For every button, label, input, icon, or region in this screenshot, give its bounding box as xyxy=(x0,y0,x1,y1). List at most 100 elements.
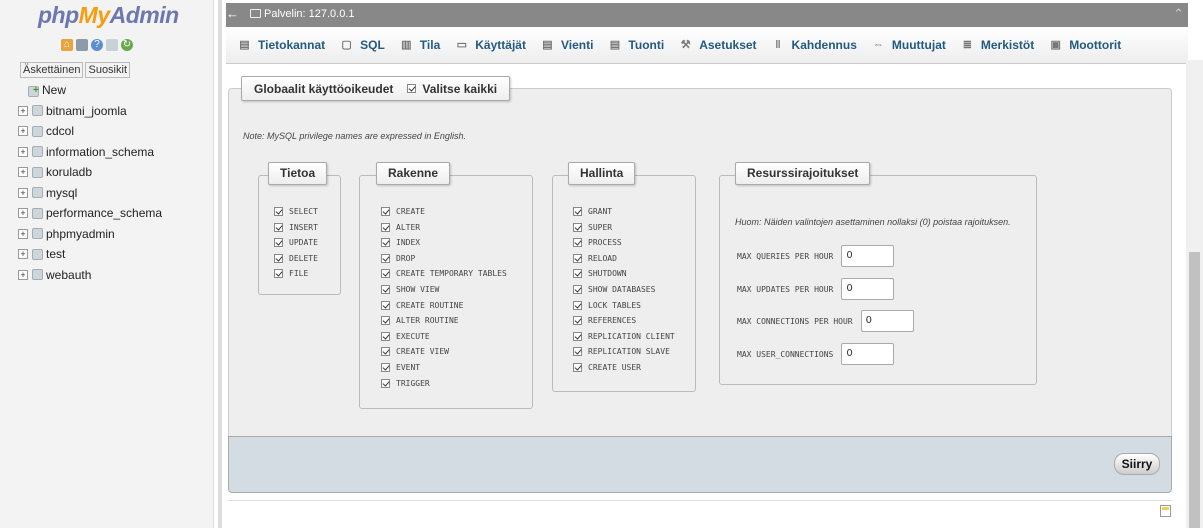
home-icon[interactable]: ⌂ xyxy=(61,39,73,51)
tab-engines[interactable]: ▣ Moottorit xyxy=(1043,31,1130,59)
database-item[interactable]: + performance_schema xyxy=(18,203,162,224)
resource-limit-input[interactable]: 0 xyxy=(860,310,914,332)
privilege-alter-routine[interactable]: ALTER ROUTINE xyxy=(381,316,459,326)
privilege-checkbox[interactable] xyxy=(573,222,582,232)
phpmyadmin-logo[interactable]: phpMyAdmin xyxy=(38,2,179,29)
privilege-create-temporary-tables[interactable]: CREATE TEMPORARY TABLES xyxy=(381,269,507,279)
new-database-item[interactable]: New xyxy=(18,80,162,101)
privilege-drop[interactable]: DROP xyxy=(381,253,415,263)
documentation-icon[interactable] xyxy=(106,39,118,51)
tab-recent[interactable]: Äskettäinen xyxy=(20,62,84,78)
privilege-alter[interactable]: ALTER xyxy=(381,222,420,232)
privilege-grant[interactable]: GRANT xyxy=(573,207,612,216)
expand-icon[interactable]: + xyxy=(18,187,28,198)
privilege-replication-slave[interactable]: REPLICATION SLAVE xyxy=(573,347,670,357)
privilege-checkbox[interactable] xyxy=(381,285,390,294)
expand-icon[interactable]: + xyxy=(18,269,28,280)
database-item[interactable]: + bitnami_joomla xyxy=(18,101,162,122)
privilege-checkbox[interactable] xyxy=(573,300,582,310)
privilege-checkbox[interactable] xyxy=(274,238,283,248)
page-scrollbar[interactable] xyxy=(1186,60,1203,528)
collapse-top-icon[interactable]: ⌃ xyxy=(1173,3,1184,25)
go-button[interactable]: Siirry xyxy=(1114,453,1160,475)
privilege-checkbox[interactable] xyxy=(274,253,283,263)
database-item[interactable]: + webauth xyxy=(18,265,162,286)
database-item[interactable]: + koruladb xyxy=(18,162,162,183)
database-name[interactable]: test xyxy=(46,244,65,264)
privilege-shutdown[interactable]: SHUTDOWN xyxy=(573,269,627,279)
server-breadcrumb[interactable]: Palvelin: 127.0.0.1 xyxy=(264,3,355,25)
database-name[interactable]: information_schema xyxy=(46,142,154,162)
privilege-checkbox[interactable] xyxy=(381,331,390,341)
privilege-checkbox[interactable] xyxy=(381,207,390,216)
expand-icon[interactable]: + xyxy=(18,249,28,260)
tab-wrench[interactable]: ⚒ Asetukset xyxy=(673,31,765,59)
database-item[interactable]: + mysql xyxy=(18,183,162,204)
tab-charset[interactable]: ≣ Merkistöt xyxy=(955,31,1043,59)
sql-query-icon[interactable] xyxy=(76,39,88,51)
privilege-checkbox[interactable] xyxy=(381,300,390,310)
database-item[interactable]: + information_schema xyxy=(18,142,162,163)
database-name[interactable]: cdcol xyxy=(46,121,74,141)
database-name[interactable]: mysql xyxy=(46,183,77,203)
tab-export[interactable]: ▤ Vienti xyxy=(535,31,602,59)
privilege-references[interactable]: REFERENCES xyxy=(573,316,636,326)
database-name[interactable]: performance_schema xyxy=(46,203,162,223)
privilege-execute[interactable]: EXECUTE xyxy=(381,331,430,341)
privilege-checkbox[interactable] xyxy=(573,285,582,294)
privilege-replication-client[interactable]: REPLICATION CLIENT xyxy=(573,331,675,341)
database-name[interactable]: phpmyadmin xyxy=(46,224,115,244)
database-name[interactable]: koruladb xyxy=(46,162,92,182)
privilege-checkbox[interactable] xyxy=(274,222,283,232)
expand-icon[interactable]: + xyxy=(18,208,28,219)
database-item[interactable]: + phpmyadmin xyxy=(18,224,162,245)
database-name[interactable]: bitnami_joomla xyxy=(46,101,127,121)
expand-icon[interactable]: + xyxy=(18,105,28,116)
privilege-delete[interactable]: DELETE xyxy=(274,253,318,263)
tab-status[interactable]: ▥ Tila xyxy=(394,31,449,59)
privilege-file[interactable]: FILE xyxy=(274,269,308,279)
privilege-checkbox[interactable] xyxy=(573,238,582,248)
privilege-lock-tables[interactable]: LOCK TABLES xyxy=(573,300,641,310)
privilege-create-user[interactable]: CREATE USER xyxy=(573,363,641,372)
privilege-index[interactable]: INDEX xyxy=(381,238,420,248)
privilege-create-routine[interactable]: CREATE ROUTINE xyxy=(381,300,463,310)
select-all-checkbox[interactable] xyxy=(407,84,417,93)
privilege-checkbox[interactable] xyxy=(573,331,582,341)
privilege-checkbox[interactable] xyxy=(274,207,283,216)
privilege-create-view[interactable]: CREATE VIEW xyxy=(381,347,449,357)
privilege-checkbox[interactable] xyxy=(381,238,390,248)
collapse-sidebar-icon[interactable]: ← xyxy=(224,3,241,27)
expand-icon[interactable]: + xyxy=(18,228,28,239)
tab-users[interactable]: ▭ Käyttäjät xyxy=(449,31,535,59)
privilege-checkbox[interactable] xyxy=(573,316,582,326)
scrollbar-thumb[interactable] xyxy=(1189,252,1200,528)
privilege-checkbox[interactable] xyxy=(274,269,283,279)
resource-limit-input[interactable]: 0 xyxy=(841,245,895,267)
privilege-event[interactable]: EVENT xyxy=(381,363,420,372)
privilege-process[interactable]: PROCESS xyxy=(573,238,622,248)
privilege-insert[interactable]: INSERT xyxy=(274,222,318,232)
privilege-show-view[interactable]: SHOW VIEW xyxy=(381,285,439,294)
privilege-reload[interactable]: RELOAD xyxy=(573,253,617,263)
tab-variables[interactable]: ⇔ Muuttujat xyxy=(866,31,955,59)
privilege-checkbox[interactable] xyxy=(381,316,390,326)
privilege-update[interactable]: UPDATE xyxy=(274,238,318,248)
expand-icon[interactable]: + xyxy=(18,126,28,137)
privilege-checkbox[interactable] xyxy=(381,347,390,357)
tab-sql[interactable]: ▢ SQL xyxy=(334,31,394,59)
tab-favorites[interactable]: Suosikit xyxy=(85,62,131,78)
console-icon[interactable] xyxy=(1160,505,1171,517)
privilege-trigger[interactable]: TRIGGER xyxy=(381,378,430,388)
database-item[interactable]: + test xyxy=(18,244,162,265)
privilege-checkbox[interactable] xyxy=(381,363,390,372)
privilege-checkbox[interactable] xyxy=(573,347,582,357)
resource-limit-input[interactable]: 0 xyxy=(841,278,895,300)
database-item[interactable]: + cdcol xyxy=(18,121,162,142)
help-icon[interactable]: ? xyxy=(91,39,103,51)
sidebar-resizer[interactable] xyxy=(218,0,222,528)
resource-limit-input[interactable]: 0 xyxy=(841,343,895,365)
tab-replication[interactable]: ‖ Kahdennus xyxy=(766,31,866,59)
privilege-checkbox[interactable] xyxy=(573,207,582,216)
reload-icon[interactable]: ↻ xyxy=(121,39,133,51)
